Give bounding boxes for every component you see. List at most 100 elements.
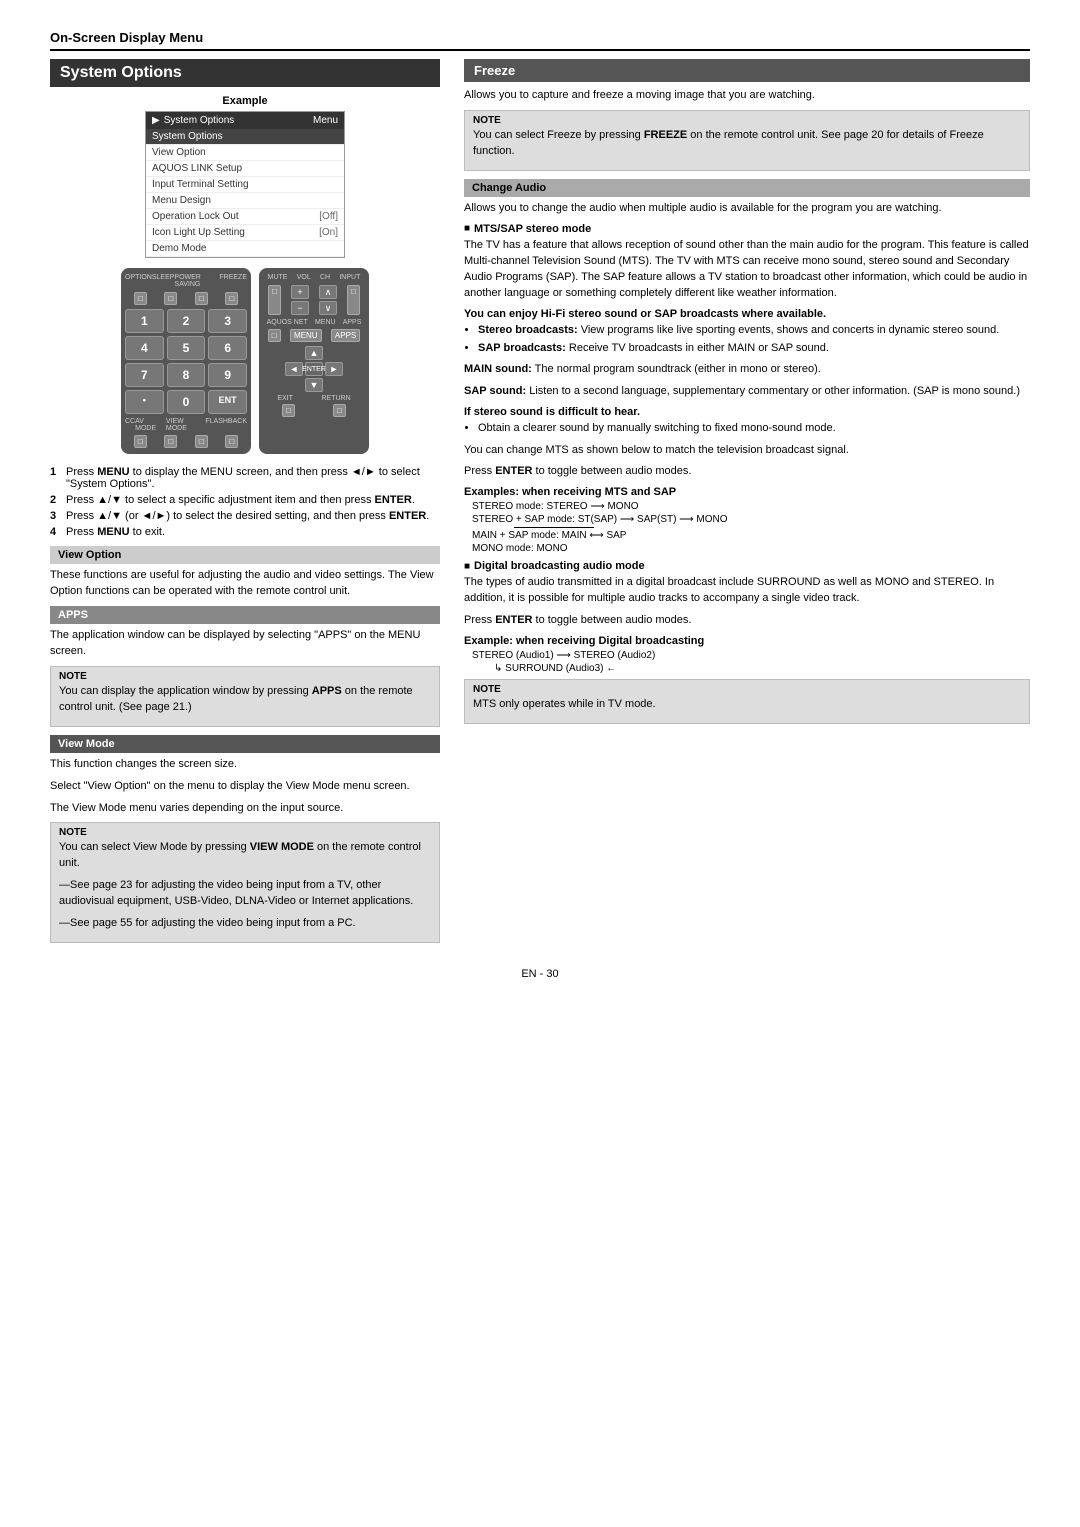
remote-area: OPTION SLEEP POWER SAVING FREEZE □ □ □ □… xyxy=(50,268,440,454)
operation-lock-value: [Off] xyxy=(319,211,338,222)
enter-center[interactable]: ENTER xyxy=(305,362,323,376)
page-header: On-Screen Display Menu xyxy=(50,30,1030,51)
enter-bold-1: ENTER xyxy=(375,494,412,506)
press-enter-text2: Press ENTER to toggle between audio mode… xyxy=(464,613,1030,629)
stereo-broadcasts-label: Stereo broadcasts: xyxy=(478,324,578,336)
steps-list: 1 Press MENU to display the MENU screen,… xyxy=(50,466,440,538)
stereo-list: Stereo broadcasts: View programs like li… xyxy=(478,323,1030,357)
exit-key[interactable]: □ xyxy=(282,404,295,417)
mute-key[interactable]: □ xyxy=(268,285,281,315)
note-title-mts: NOTE xyxy=(473,684,1021,695)
change-audio-header: Change Audio xyxy=(464,179,1030,197)
mute-label: MUTE xyxy=(268,274,288,281)
dpad-right[interactable]: ► xyxy=(325,362,343,376)
btn-6[interactable]: 6 xyxy=(208,336,247,360)
vol-down[interactable]: − xyxy=(291,301,309,315)
btn-2[interactable]: 2 xyxy=(167,309,206,333)
btn-0[interactable]: 0 xyxy=(167,390,206,414)
vol-label: VOL xyxy=(297,274,311,281)
dpad-left[interactable]: ◄ xyxy=(285,362,303,376)
return-label: RETURN xyxy=(322,395,351,402)
power-saving-key[interactable]: □ xyxy=(195,292,208,305)
mono-mode-example: MONO mode: MONO xyxy=(472,543,1030,554)
menu-header-system: System Options xyxy=(164,115,235,126)
dpad-down[interactable]: ▼ xyxy=(305,378,323,392)
vol-up[interactable]: + xyxy=(291,285,309,299)
main-sap-example: MAIN + SAP mode: MAIN ⟷ SAP xyxy=(472,530,1030,541)
cc-label: CC xyxy=(125,418,135,432)
exit-label: EXIT xyxy=(277,395,293,402)
menu-item-input-terminal: Input Terminal Setting xyxy=(146,177,344,193)
flashback-key[interactable]: □ xyxy=(225,435,238,448)
aquos-net-key[interactable]: □ xyxy=(268,329,281,342)
sap-broadcasts-text: Receive TV broadcasts in either MAIN or … xyxy=(569,342,829,354)
btn-8[interactable]: 8 xyxy=(167,363,206,387)
btn-3[interactable]: 3 xyxy=(208,309,247,333)
example-label: Example xyxy=(50,95,440,107)
view-mode-note2: —See page 23 for adjusting the video bei… xyxy=(59,878,431,910)
ch-label: CH xyxy=(320,274,330,281)
return-key[interactable]: □ xyxy=(333,404,346,417)
view-mode-key[interactable]: □ xyxy=(195,435,208,448)
mts-note-box: NOTE MTS only operates while in TV mode. xyxy=(464,679,1030,724)
menu-item-system-options: System Options xyxy=(146,129,344,145)
av-mode-label: AV MODE xyxy=(135,418,166,432)
view-mode-note1: You can select View Mode by pressing VIE… xyxy=(59,840,431,872)
step-3: 3 Press ▲/▼ (or ◄/►) to select the desir… xyxy=(50,510,440,522)
mts-sap-header: MTS/SAP stereo mode xyxy=(464,223,1030,235)
aquos-net-label: AQUOS NET xyxy=(267,319,308,326)
view-mode-text3: The View Mode menu varies depending on t… xyxy=(50,801,440,817)
menu-title: ▶ System Options xyxy=(152,115,234,126)
ch-up[interactable]: ∧ xyxy=(319,285,337,299)
icon-light-value: [On] xyxy=(319,227,338,238)
sleep-key[interactable]: □ xyxy=(164,292,177,305)
view-mode-text2: Select "View Option" on the menu to disp… xyxy=(50,779,440,795)
apps-label: APPS xyxy=(343,319,362,326)
input-label: INPUT xyxy=(339,274,360,281)
sleep-btn: SLEEP xyxy=(152,274,175,288)
menu-item-menu-design: Menu Design xyxy=(146,193,344,209)
btn-4[interactable]: 4 xyxy=(125,336,164,360)
freeze-text: Allows you to capture and freeze a movin… xyxy=(464,88,1030,104)
input-key[interactable]: □ xyxy=(347,285,360,315)
btn-1[interactable]: 1 xyxy=(125,309,164,333)
press-enter-text: Press ENTER to toggle between audio mode… xyxy=(464,464,1030,480)
view-option-header: View Option xyxy=(50,546,440,564)
freeze-key[interactable]: □ xyxy=(225,292,238,305)
operation-lock-label: Operation Lock Out xyxy=(152,211,239,222)
menu-item-demo-mode: Demo Mode xyxy=(146,241,344,257)
stereo-mode-example: STEREO mode: STEREO ⟶ MONO xyxy=(472,501,1030,512)
btn-9[interactable]: 9 xyxy=(208,363,247,387)
view-mode-text1: This function changes the screen size. xyxy=(50,757,440,773)
btn-dot[interactable]: • xyxy=(125,390,164,414)
menu-key[interactable]: MENU xyxy=(290,329,322,342)
change-audio-text: Allows you to change the audio when mult… xyxy=(464,201,1030,217)
digital-header: Digital broadcasting audio mode xyxy=(464,560,1030,572)
btn-ent[interactable]: ENT xyxy=(208,390,247,414)
menu-mockup: ▶ System Options Menu System Options Vie… xyxy=(145,111,345,258)
difficult-heading: If stereo sound is difficult to hear. xyxy=(464,406,1030,418)
view-mode-header: View Mode xyxy=(50,735,440,753)
menu-item-view-option: View Option xyxy=(146,145,344,161)
btn-7[interactable]: 7 xyxy=(125,363,164,387)
btn-5[interactable]: 5 xyxy=(167,336,206,360)
sap-broadcasts-item: SAP broadcasts: Receive TV broadcasts in… xyxy=(478,341,1030,356)
menu-bold-2: MENU xyxy=(97,526,129,538)
flashback-label: FLASHBACK xyxy=(205,418,247,432)
difficult-item: Obtain a clearer sound by manually switc… xyxy=(478,421,1030,436)
remote-nav: MUTE VOL CH INPUT □ + − ∧ ∨ □ xyxy=(259,268,369,454)
ch-down[interactable]: ∨ xyxy=(319,301,337,315)
cc-key[interactable]: □ xyxy=(134,435,147,448)
icon-light-label: Icon Light Up Setting xyxy=(152,227,245,238)
option-key[interactable]: □ xyxy=(134,292,147,305)
dpad-up[interactable]: ▲ xyxy=(305,346,323,360)
digital-example: STEREO (Audio1) ⟶ STEREO (Audio2) xyxy=(472,650,1030,661)
menu-header: ▶ System Options Menu xyxy=(146,112,344,129)
enter-bold-2: ENTER xyxy=(389,510,426,522)
stereo-sap-example: STEREO + SAP mode: ST(SAP) ⟶ SAP(ST) ⟶ M… xyxy=(472,514,1030,525)
option-btn: OPTION xyxy=(125,274,152,288)
note-title-freeze: NOTE xyxy=(473,115,1021,126)
av-mode-key[interactable]: □ xyxy=(164,435,177,448)
remote-numpad: OPTION SLEEP POWER SAVING FREEZE □ □ □ □… xyxy=(121,268,251,454)
apps-key[interactable]: APPS xyxy=(331,329,360,342)
